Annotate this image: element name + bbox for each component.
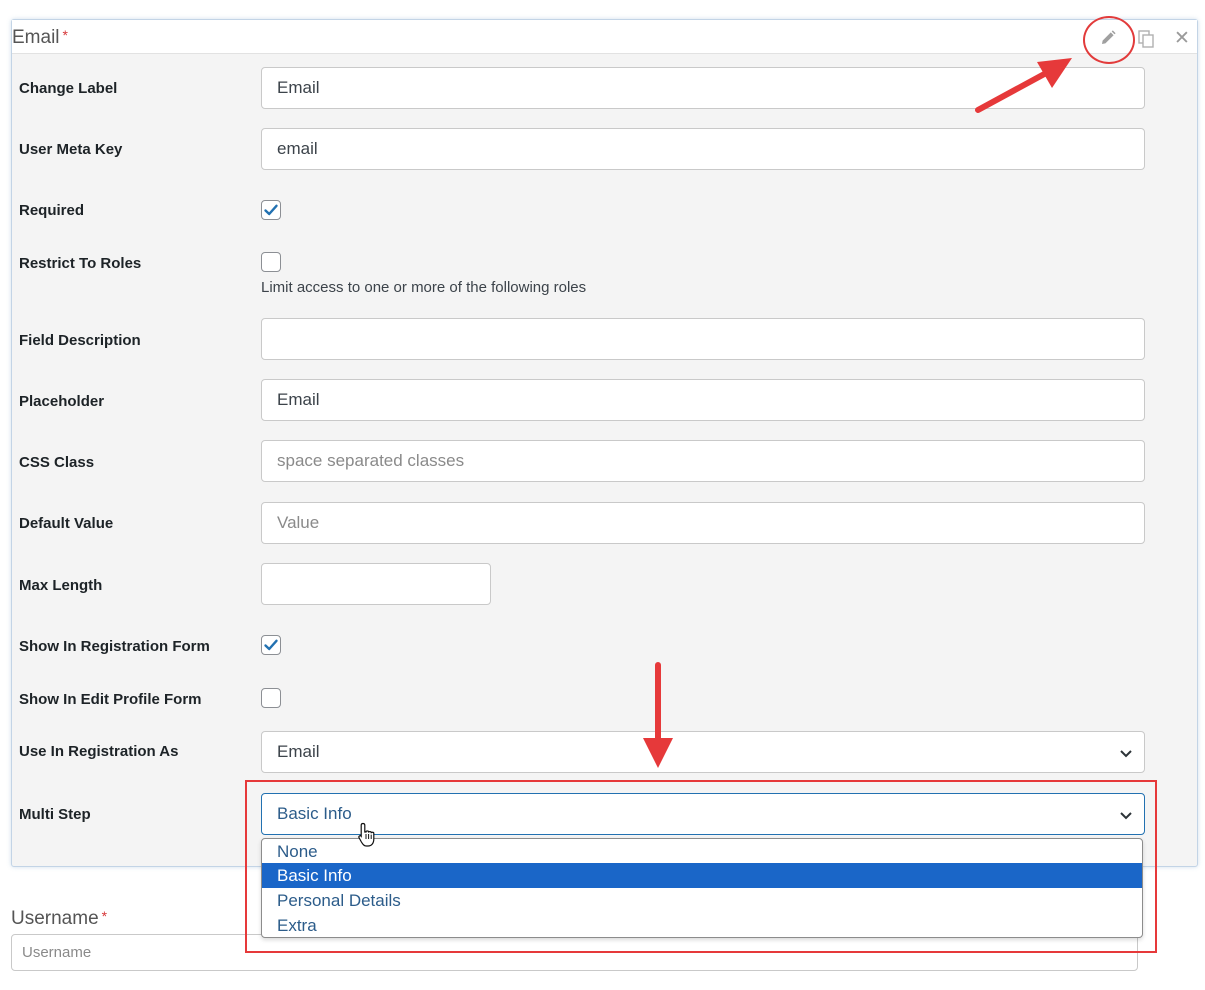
restrict-roles-checkbox[interactable] bbox=[261, 252, 281, 272]
email-field-panel: Email * ✕ Change Label Email User Meta Ke… bbox=[11, 19, 1198, 867]
max-length-input[interactable] bbox=[261, 563, 491, 605]
copy-icon[interactable] bbox=[1136, 29, 1156, 49]
show-registration-label: Show In Registration Form bbox=[19, 638, 210, 655]
restrict-roles-label: Restrict To Roles bbox=[19, 255, 142, 272]
use-in-registration-select[interactable]: Email bbox=[261, 731, 1145, 773]
annotation-highlight-circle bbox=[1083, 16, 1135, 64]
multi-step-label: Multi Step bbox=[19, 806, 91, 823]
show-registration-checkbox[interactable] bbox=[261, 635, 281, 655]
close-icon[interactable]: ✕ bbox=[1172, 29, 1192, 49]
chevron-down-icon bbox=[1120, 750, 1132, 758]
max-length-label: Max Length bbox=[19, 577, 103, 594]
panel-header: Email * ✕ bbox=[12, 20, 1197, 54]
change-label-input[interactable]: Email bbox=[261, 67, 1145, 109]
use-in-registration-label: Use In Registration As bbox=[19, 743, 179, 760]
css-class-input[interactable]: space separated classes bbox=[261, 440, 1145, 482]
show-edit-profile-checkbox[interactable] bbox=[261, 688, 281, 708]
required-label: Required bbox=[19, 202, 85, 219]
required-star: * bbox=[62, 27, 68, 43]
restrict-roles-help: Limit access to one or more of the follo… bbox=[261, 279, 587, 296]
default-value-input[interactable]: Value bbox=[261, 502, 1145, 544]
annotation-highlight-box bbox=[245, 780, 1157, 953]
user-meta-key-label: User Meta Key bbox=[19, 141, 123, 158]
panel-title: Email * bbox=[12, 27, 68, 48]
field-description-label: Field Description bbox=[19, 332, 141, 349]
css-class-label: CSS Class bbox=[19, 454, 95, 471]
required-checkbox[interactable] bbox=[261, 200, 281, 220]
username-field-label: Username * bbox=[11, 908, 108, 929]
required-star: * bbox=[101, 908, 108, 924]
checkmark-icon bbox=[264, 639, 278, 651]
show-edit-profile-label: Show In Edit Profile Form bbox=[19, 691, 202, 708]
default-value-label: Default Value bbox=[19, 515, 114, 532]
placeholder-label: Placeholder bbox=[19, 393, 105, 410]
change-label-label: Change Label bbox=[19, 80, 118, 97]
checkmark-icon bbox=[264, 204, 278, 216]
placeholder-input[interactable]: Email bbox=[261, 379, 1145, 421]
use-in-registration-value: Email bbox=[277, 742, 320, 761]
user-meta-key-input[interactable]: email bbox=[261, 128, 1145, 170]
field-description-input[interactable] bbox=[261, 318, 1145, 360]
